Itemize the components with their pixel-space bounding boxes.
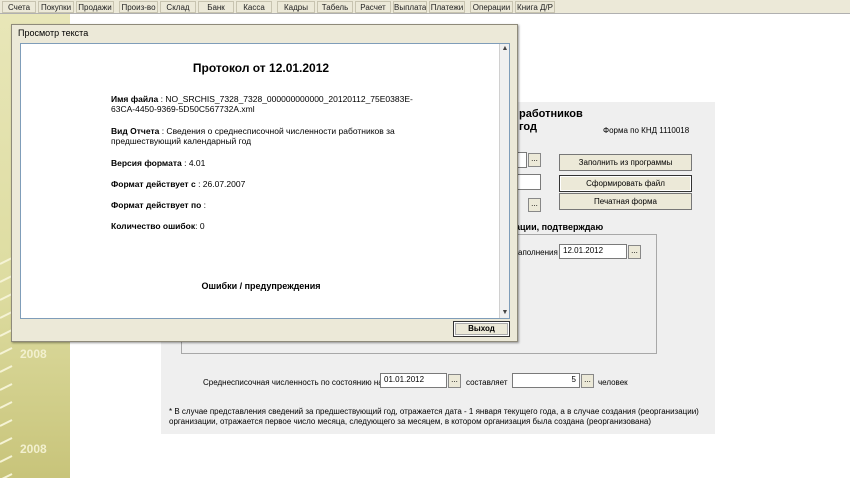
protocol-text-area[interactable]: Протокол от 12.01.2012 Имя файла : NO_SR… (20, 43, 510, 319)
strip-year-faded: 2008 (20, 347, 47, 361)
fill-date-field[interactable]: 12.01.2012 (559, 244, 627, 259)
toolbar-button-production[interactable]: Произ-во (119, 1, 158, 13)
valid-from-value: : 26.07.2007 (195, 179, 246, 189)
period-picker-button[interactable]: ... (528, 153, 541, 167)
toolbar-button-operations[interactable]: Операции (470, 1, 513, 13)
headcount-label: Среднесписочная численность по состоянию… (203, 378, 383, 387)
format-version-line: Версия формата : 4.01 (111, 158, 421, 168)
exit-button[interactable]: Выход (453, 321, 510, 337)
toolbar-button-warehouse[interactable]: Склад (160, 1, 196, 13)
file-name-line: Имя файла : NO_SRCHIS_7328_7328_00000000… (111, 94, 421, 114)
toolbar-button-timesheet[interactable]: Табель (317, 1, 353, 13)
valid-to-label: Формат действует по (111, 200, 202, 210)
format-version-label: Версия формата (111, 158, 182, 168)
report-type-label: Вид Отчета (111, 126, 160, 136)
headcount-date-field[interactable]: 01.01.2012 (380, 373, 447, 388)
valid-to-line: Формат действует по : (111, 200, 421, 210)
toolbar-button-accounts[interactable]: Счета (2, 1, 36, 13)
strip-year: 2008 (20, 442, 47, 456)
format-version-value: : 4.01 (181, 158, 206, 168)
scroll-down-icon[interactable]: ▼ (500, 308, 509, 318)
valid-from-line: Формат действует с : 26.07.2007 (111, 179, 421, 189)
confirm-section-label: ации, подтверждаю (515, 222, 604, 232)
generate-efile-button[interactable]: Сформировать файл эл.отчетности (559, 175, 692, 203)
footnote-text: * В случае представления сведений за пре… (169, 407, 699, 426)
toolbar-button-bank[interactable]: Банк (198, 1, 234, 13)
toolbar-button-cash[interactable]: Касса (236, 1, 272, 13)
dialog-title: Просмотр текста (12, 25, 517, 41)
toolbar-button-purchases[interactable]: Покупки (38, 1, 74, 13)
main-toolbar: Счета Покупки Продажи Произ-во Склад Бан… (0, 0, 850, 14)
org-picker-button[interactable]: ... (528, 198, 541, 212)
toolbar-button-payroll[interactable]: Расчет (355, 1, 391, 13)
headcount-spin-button[interactable]: ... (581, 374, 594, 388)
toolbar-button-sales[interactable]: Продажи (76, 1, 114, 13)
errors-count-label: Количество ошибок (111, 221, 196, 231)
report-type-line: Вид Отчета : Сведения о среднесписочной … (111, 126, 421, 146)
headcount-value-field[interactable]: 5 (512, 373, 580, 388)
errors-count-value: : 0 (195, 221, 205, 231)
valid-to-value: : (201, 200, 207, 210)
errors-heading: Ошибки / предупреждения (201, 281, 321, 291)
persons-unit-label: человек (598, 378, 628, 387)
toolbar-button-income-book[interactable]: Книга Д/Р (515, 1, 555, 13)
headcount-date-picker-button[interactable]: ... (448, 374, 461, 388)
fill-date-picker-button[interactable]: ... (628, 245, 641, 259)
text-viewer-dialog: Просмотр текста Протокол от 12.01.2012 И… (11, 24, 518, 342)
toolbar-button-payout[interactable]: Выплата (393, 1, 427, 13)
knd-label: Форма по КНД 1110018 (603, 126, 690, 135)
scroll-up-icon[interactable]: ▲ (500, 44, 509, 54)
fill-from-program-button[interactable]: Заполнить из программы (559, 154, 692, 171)
headcount-row: Среднесписочная численность по состоянию… (161, 372, 715, 392)
makes-label: составляет (466, 378, 508, 387)
errors-count-line: Количество ошибок: 0 (111, 221, 421, 231)
print-form-button[interactable]: Печатная форма (559, 193, 692, 210)
protocol-title: Протокол от 12.01.2012 (192, 61, 330, 75)
valid-from-label: Формат действует с (111, 179, 196, 189)
toolbar-button-staff[interactable]: Кадры (277, 1, 315, 13)
fill-date-label: аполнения (518, 248, 558, 257)
vertical-scrollbar[interactable]: ▲ ▼ (499, 44, 509, 318)
file-name-label: Имя файла (111, 94, 159, 104)
year-field[interactable] (515, 174, 541, 190)
toolbar-button-payments[interactable]: Платежи (429, 1, 465, 13)
